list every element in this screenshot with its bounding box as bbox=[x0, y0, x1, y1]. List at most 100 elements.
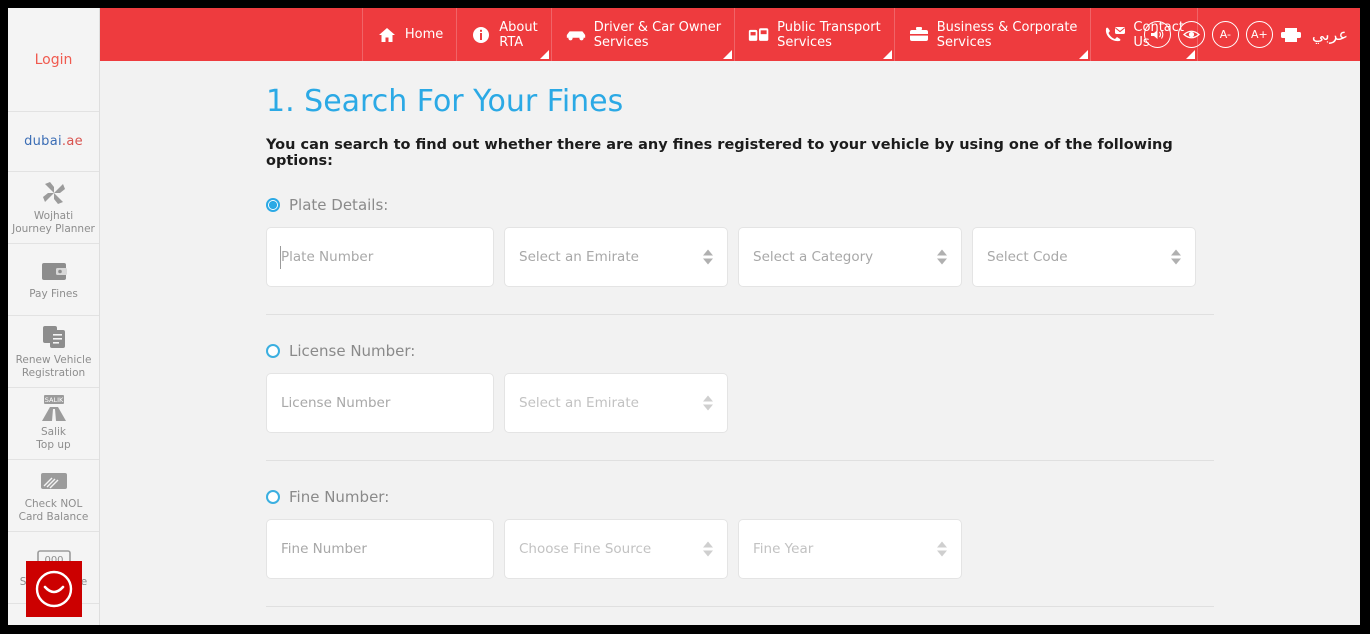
option-header[interactable]: License Number: bbox=[266, 342, 1214, 360]
option-fine-number: Fine Number: Fine Number Choose Fine Sou… bbox=[266, 488, 1214, 579]
chevron-corner-icon bbox=[1079, 50, 1089, 59]
fine-number-input[interactable]: Fine Number bbox=[266, 519, 494, 579]
language-toggle-arabic[interactable]: عربي bbox=[1312, 25, 1348, 44]
nav-item-label: Driver & Car Owner Services bbox=[593, 19, 722, 50]
screenshot-viewport: Login dubai.ae Wojhati Journey Planner P… bbox=[0, 0, 1370, 634]
smiley-face-icon bbox=[35, 570, 73, 608]
emirate-select[interactable]: Select an Emirate bbox=[504, 227, 728, 287]
dubai-logo-part1: dubai bbox=[24, 134, 62, 149]
nav-item-public-transport-services[interactable]: Public Transport Services bbox=[734, 8, 894, 61]
printer-icon[interactable] bbox=[1280, 27, 1302, 43]
sidebar-item-check-nol-card-balance[interactable]: Check NOL Card Balance bbox=[8, 460, 99, 532]
license-emirate-select[interactable]: Select an Emirate bbox=[504, 373, 728, 433]
nol-card-icon bbox=[39, 468, 69, 494]
wallet-icon bbox=[41, 258, 67, 284]
select-spinner-icon bbox=[703, 395, 713, 411]
sidebar-item-label: Wojhati Journey Planner bbox=[12, 209, 95, 235]
top-nav-items: Home About RTA Driver & Car Owner Servic… bbox=[361, 8, 1198, 61]
radio-plate-details[interactable] bbox=[266, 198, 280, 212]
speaker-icon[interactable] bbox=[1143, 21, 1171, 48]
info-icon bbox=[470, 26, 492, 44]
field-placeholder: Plate Number bbox=[281, 249, 374, 265]
sidebar-item-label: Pay Fines bbox=[29, 288, 78, 300]
briefcase-icon bbox=[908, 26, 930, 43]
sidebar-login-label: Login bbox=[34, 51, 73, 68]
option-license-number: License Number: License Number Select an… bbox=[266, 342, 1214, 433]
top-navigation-bar: Home About RTA Driver & Car Owner Servic… bbox=[100, 8, 1360, 61]
home-icon bbox=[376, 27, 398, 43]
nav-item-home[interactable]: Home bbox=[361, 8, 456, 61]
field-placeholder: Select Code bbox=[987, 249, 1068, 265]
field-placeholder: Select an Emirate bbox=[519, 249, 639, 265]
select-spinner-icon bbox=[937, 249, 947, 265]
car-icon bbox=[565, 28, 587, 42]
font-increase-icon[interactable]: A+ bbox=[1245, 21, 1273, 48]
chevron-corner-icon bbox=[723, 50, 733, 59]
transport-icon bbox=[748, 26, 770, 44]
wojhati-pinwheel-icon bbox=[39, 180, 69, 206]
feedback-widget[interactable] bbox=[26, 561, 82, 617]
option-plate-details: Plate Details: Plate Number Select an Em… bbox=[266, 196, 1214, 287]
nav-item-about-rta[interactable]: About RTA bbox=[456, 8, 550, 61]
select-spinner-icon bbox=[703, 541, 713, 557]
select-spinner-icon bbox=[937, 541, 947, 557]
fine-source-select[interactable]: Choose Fine Source bbox=[504, 519, 728, 579]
field-placeholder: Choose Fine Source bbox=[519, 541, 652, 557]
font-decrease-icon[interactable]: A- bbox=[1211, 21, 1239, 48]
sidebar-dubai-logo[interactable]: dubai.ae bbox=[8, 112, 99, 172]
option-header[interactable]: Plate Details: bbox=[266, 196, 1214, 214]
main-content: 1. Search For Your Fines You can search … bbox=[100, 61, 1360, 625]
clipboard-icon bbox=[41, 324, 67, 350]
option-fields: License Number Select an Emirate bbox=[266, 373, 1214, 433]
field-placeholder: Select a Category bbox=[753, 249, 874, 265]
sidebar-item-label: Renew Vehicle Registration bbox=[15, 353, 92, 379]
page-subtitle: You can search to find out whether there… bbox=[266, 137, 1173, 169]
phone-icon bbox=[1104, 26, 1126, 44]
option-fields: Fine Number Choose Fine Source Fine Year bbox=[266, 519, 1214, 579]
chevron-corner-icon bbox=[882, 50, 892, 59]
category-select[interactable]: Select a Category bbox=[738, 227, 962, 287]
chevron-corner-icon bbox=[539, 50, 549, 59]
nav-item-label: Business & Corporate Services bbox=[936, 19, 1078, 50]
option-fields: Plate Number Select an Emirate Select a … bbox=[266, 227, 1214, 287]
sidebar-login[interactable]: Login bbox=[8, 8, 99, 112]
option-label: Plate Details: bbox=[289, 196, 389, 214]
left-sidebar: Login dubai.ae Wojhati Journey Planner P… bbox=[8, 8, 100, 625]
radio-fine-number[interactable] bbox=[266, 490, 280, 504]
nav-item-driver-car-owner-services[interactable]: Driver & Car Owner Services bbox=[550, 8, 734, 61]
dubai-logo-part2: .ae bbox=[61, 134, 83, 149]
accessibility-toolbar: A- A+ عربي bbox=[1143, 8, 1348, 61]
select-spinner-icon bbox=[703, 249, 713, 265]
dubai-ae-logo-icon: dubai.ae bbox=[24, 134, 83, 149]
eye-icon[interactable] bbox=[1177, 21, 1205, 48]
fines-search-form: 1. Search For Your Fines You can search … bbox=[266, 61, 1214, 625]
section-divider bbox=[266, 606, 1214, 607]
option-label: Fine Number: bbox=[289, 488, 390, 506]
sidebar-item-salik-topup[interactable]: SALIK Salik Top up bbox=[8, 388, 99, 460]
field-placeholder: Fine Number bbox=[281, 541, 367, 557]
fine-year-select[interactable]: Fine Year bbox=[738, 519, 962, 579]
nav-item-label: About RTA bbox=[499, 19, 538, 50]
sidebar-item-renew-vehicle-registration[interactable]: Renew Vehicle Registration bbox=[8, 316, 99, 388]
section-divider bbox=[266, 314, 1214, 315]
radio-license-number[interactable] bbox=[266, 344, 280, 358]
field-placeholder: Fine Year bbox=[753, 541, 814, 557]
sidebar-item-label: Salik Top up bbox=[36, 425, 71, 451]
select-spinner-icon bbox=[1171, 249, 1181, 265]
sidebar-item-wojhati[interactable]: Wojhati Journey Planner bbox=[8, 172, 99, 244]
field-placeholder: License Number bbox=[281, 395, 391, 411]
section-divider bbox=[266, 460, 1214, 461]
option-header[interactable]: Fine Number: bbox=[266, 488, 1214, 506]
plate-number-input[interactable]: Plate Number bbox=[266, 227, 494, 287]
nav-item-business-corporate-services[interactable]: Business & Corporate Services bbox=[893, 8, 1091, 61]
salik-road-icon: SALIK bbox=[37, 394, 71, 422]
text-caret bbox=[280, 246, 281, 269]
nav-item-label: Home bbox=[404, 27, 444, 42]
page-title: 1. Search For Your Fines bbox=[266, 84, 624, 119]
option-label: License Number: bbox=[289, 342, 416, 360]
page-frame: Login dubai.ae Wojhati Journey Planner P… bbox=[8, 8, 1360, 625]
code-select[interactable]: Select Code bbox=[972, 227, 1196, 287]
sidebar-item-pay-fines[interactable]: Pay Fines bbox=[8, 244, 99, 316]
license-number-input[interactable]: License Number bbox=[266, 373, 494, 433]
nav-item-label: Public Transport Services bbox=[777, 19, 881, 50]
